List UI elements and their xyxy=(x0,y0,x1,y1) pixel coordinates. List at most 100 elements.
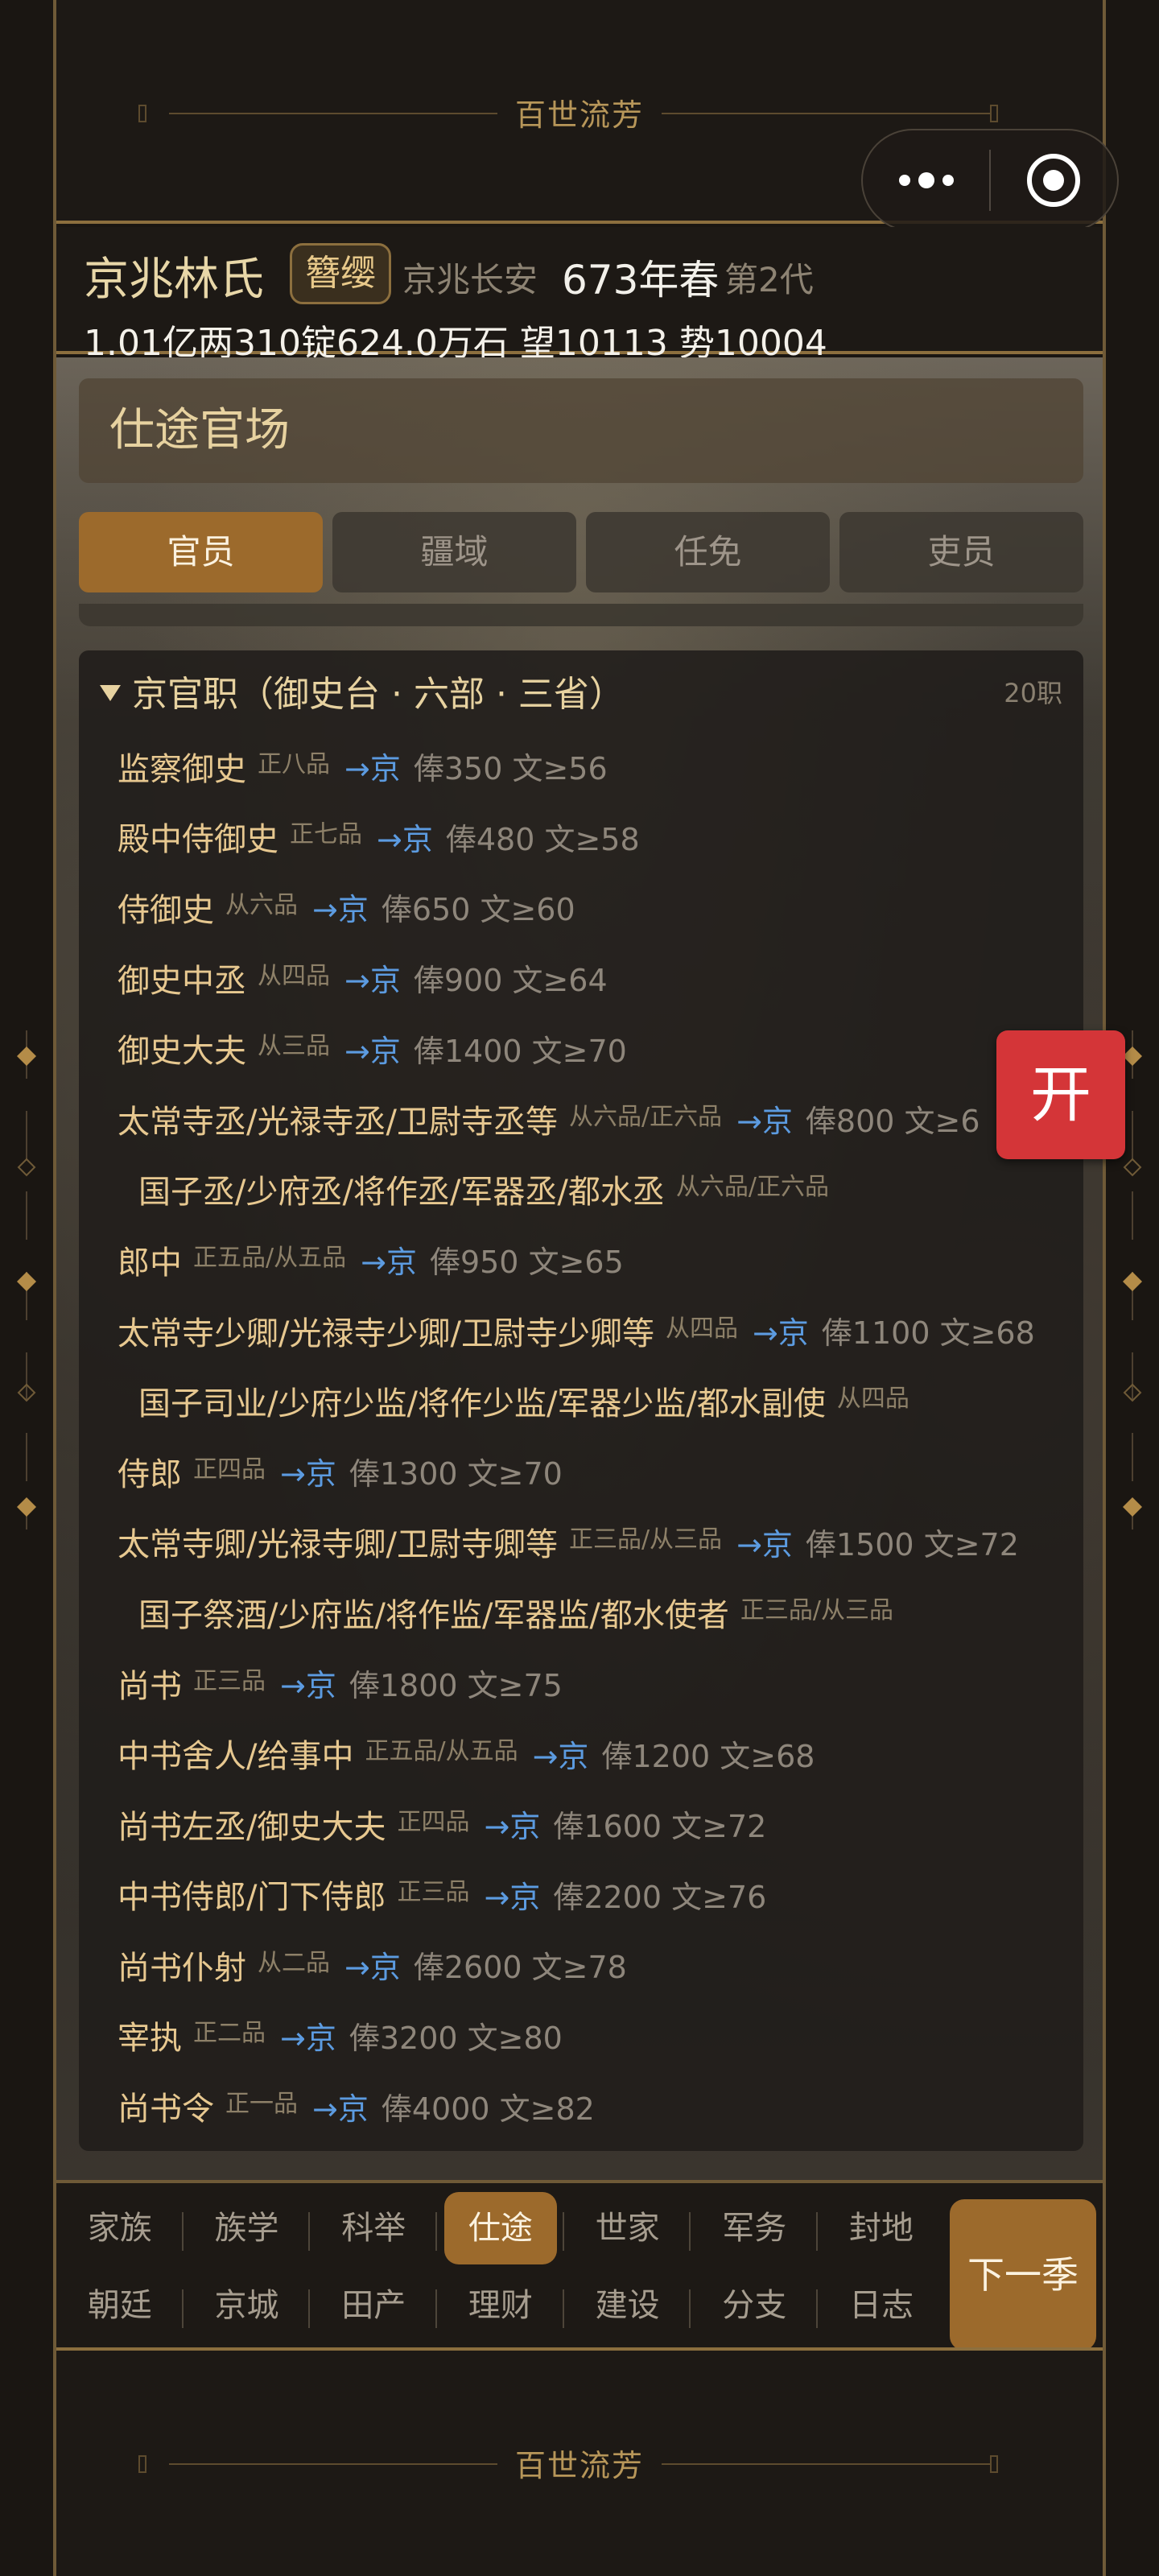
office-list-panel[interactable]: 京官职（御史台 · 六部 · 三省） 20职 监察御史 正八品 →京 俸350 文≥5… xyxy=(79,650,1083,2151)
nav-item-label: 科举 xyxy=(341,2210,406,2247)
capital-arrow: →京 xyxy=(280,1456,336,1492)
office-row[interactable]: 太常寺少卿/光禄寺少卿/卫尉寺少卿等 从四品 →京 俸1100 文≥68 xyxy=(79,1295,1077,1366)
nav-item-label: 仕途 xyxy=(443,2192,557,2264)
office-rank: 从四品 xyxy=(258,961,330,990)
nav-item-label: 分支 xyxy=(722,2287,787,2324)
clan-name: 京兆林氏 xyxy=(84,254,264,306)
nav-item-label: 军务 xyxy=(722,2210,787,2247)
open-button[interactable]: 开 xyxy=(996,1030,1125,1159)
more-dots-icon[interactable] xyxy=(863,172,989,188)
nav-item[interactable]: 理财 xyxy=(437,2267,564,2344)
office-salary-requirement: 俸350 文≥56 xyxy=(413,751,608,787)
office-rank: 正三品/从三品 xyxy=(568,1525,723,1554)
capital-arrow: →京 xyxy=(344,1950,401,1986)
office-row[interactable]: 御史中丞 从四品 →京 俸900 文≥64 xyxy=(79,943,1077,1013)
office-salary-requirement: 俸900 文≥64 xyxy=(413,963,608,999)
nav-item-label: 封地 xyxy=(848,2210,914,2247)
office-title: 国子祭酒/少府监/将作监/军器监/都水使者 xyxy=(138,1596,729,1634)
nav-item[interactable]: 田产 xyxy=(310,2267,437,2344)
office-row[interactable]: 侍御史 从六品 →京 俸650 文≥60 xyxy=(79,872,1077,943)
office-rank: 从四品 xyxy=(836,1385,909,1414)
office-row[interactable]: 中书侍郎/门下侍郎 正三品 →京 俸2200 文≥76 xyxy=(79,1860,1077,1930)
office-row[interactable]: 中书舍人/给事中 正五品/从五品 →京 俸1200 文≥68 xyxy=(79,1718,1077,1789)
tab-bar: 官员 疆域 任免 吏员 xyxy=(79,512,1083,592)
section-header[interactable]: 京官职（御史台 · 六部 · 三省） xyxy=(100,665,625,716)
capital-arrow: →京 xyxy=(344,963,401,999)
nav-item[interactable]: 仕途 xyxy=(437,2190,564,2267)
nav-item[interactable]: 朝廷 xyxy=(56,2267,184,2344)
office-title: 御史大夫 xyxy=(118,1033,246,1071)
clan-year: 673年春 xyxy=(562,257,720,303)
nav-item[interactable]: 京城 xyxy=(184,2267,311,2344)
nav-item[interactable]: 封地 xyxy=(818,2190,945,2267)
tab-3[interactable]: 吏员 xyxy=(839,512,1083,592)
collapse-triangle-icon xyxy=(100,685,121,701)
office-salary-requirement: 俸1200 文≥68 xyxy=(601,1738,815,1774)
office-title: 太常寺卿/光禄寺卿/卫尉寺卿等 xyxy=(118,1526,558,1564)
nav-item[interactable]: 分支 xyxy=(691,2267,818,2344)
tab-1[interactable]: 疆域 xyxy=(332,512,576,592)
target-circle-icon[interactable] xyxy=(991,154,1117,207)
tab-0[interactable]: 官员 xyxy=(79,512,323,592)
nav-item[interactable]: 世家 xyxy=(564,2190,691,2267)
main-content: 仕途官场 官员 疆域 任免 吏员 京官职（御史台 · 六部 · 三省） 20职 监察御… xyxy=(56,357,1103,2180)
tab-2[interactable]: 任免 xyxy=(586,512,830,592)
office-row[interactable]: 太常寺丞/光禄寺丞/卫尉寺丞等 从六品/正六品 →京 俸800 文≥6 xyxy=(79,1084,1077,1154)
office-title: 尚书左丞/御史大夫 xyxy=(118,1808,386,1846)
office-row[interactable]: 尚书 正三品 →京 俸1800 文≥75 xyxy=(79,1648,1077,1719)
office-row[interactable]: 御史大夫 从三品 →京 俸1400 文≥70 xyxy=(79,1013,1077,1084)
office-salary-requirement: 俸1800 文≥75 xyxy=(349,1668,563,1704)
nav-item[interactable]: 日志 xyxy=(818,2267,945,2344)
office-row[interactable]: 太常寺卿/光禄寺卿/卫尉寺卿等 正三品/从三品 →京 俸1500 文≥72 xyxy=(79,1507,1077,1578)
office-title: 侍郎 xyxy=(118,1455,182,1493)
nav-item[interactable]: 建设 xyxy=(564,2267,691,2344)
office-row[interactable]: 殿中侍御史 正七品 →京 俸480 文≥58 xyxy=(79,802,1077,873)
office-salary-requirement: 俸3200 文≥80 xyxy=(349,2020,563,2056)
capital-arrow: →京 xyxy=(344,1033,401,1069)
office-row[interactable]: 监察御史 正八品 →京 俸350 文≥56 xyxy=(79,731,1077,802)
office-salary-requirement: 俸800 文≥6 xyxy=(805,1104,980,1140)
office-title: 尚书令 xyxy=(118,2091,214,2128)
capital-arrow: →京 xyxy=(280,1668,336,1704)
nav-item-label: 家族 xyxy=(87,2210,152,2247)
office-row[interactable]: 尚书令 正一品 →京 俸4000 文≥82 xyxy=(79,2070,1077,2141)
nav-row-2: 朝廷 京城 田产 理财 建设 分支 日志 xyxy=(56,2267,945,2344)
capital-arrow: →京 xyxy=(377,821,433,857)
office-row[interactable]: 国子司业/少府少监/将作少监/军器少监/都水副使 从四品 xyxy=(79,1365,1077,1436)
office-title: 中书侍郎/门下侍郎 xyxy=(118,1879,386,1917)
office-row[interactable]: 尚书仆射 从二品 →京 俸2600 文≥78 xyxy=(79,1930,1077,2000)
nav-item[interactable]: 军务 xyxy=(691,2190,818,2267)
nav-item[interactable]: 家族 xyxy=(56,2190,184,2267)
office-title: 尚书仆射 xyxy=(118,1949,246,1987)
office-row[interactable]: 郎中 正五品/从五品 →京 俸950 文≥65 xyxy=(79,1224,1077,1295)
office-title: 郎中 xyxy=(118,1244,182,1282)
office-rank: 正五品/从五品 xyxy=(193,1243,347,1272)
capital-arrow: →京 xyxy=(736,1526,793,1563)
nav-row-1: 家族 族学 科举 仕途 世家 军务 封地 xyxy=(56,2190,945,2267)
office-title: 国子丞/少府丞/将作丞/军器丞/都水丞 xyxy=(138,1174,665,1212)
nav-item[interactable]: 科举 xyxy=(310,2190,437,2267)
capital-arrow: →京 xyxy=(532,1738,589,1774)
office-row[interactable]: 侍郎 正四品 →京 俸1300 文≥70 xyxy=(79,1436,1077,1507)
office-row[interactable]: 尚书左丞/御史大夫 正四品 →京 俸1600 文≥72 xyxy=(79,1789,1077,1860)
office-title: 御史中丞 xyxy=(118,962,246,1000)
office-title: 侍御史 xyxy=(118,891,214,929)
capital-arrow: →京 xyxy=(484,1809,541,1845)
office-rank: 从六品/正六品 xyxy=(568,1102,723,1131)
office-row[interactable]: 国子祭酒/少府监/将作监/军器监/都水使者 正三品/从三品 xyxy=(79,1577,1077,1648)
office-rank: 正三品/从三品 xyxy=(740,1596,894,1624)
nav-item-label: 朝廷 xyxy=(87,2287,152,2324)
section-count: 20职 xyxy=(1004,678,1062,708)
office-rank: 从四品 xyxy=(665,1314,738,1343)
office-rank: 正三品 xyxy=(397,1878,470,1907)
office-rank: 从六品/正六品 xyxy=(675,1173,830,1202)
office-title: 监察御史 xyxy=(118,750,246,788)
office-row[interactable]: 国子丞/少府丞/将作丞/军器丞/都水丞 从六品/正六品 xyxy=(79,1154,1077,1225)
next-season-button[interactable]: 下一季 xyxy=(950,2199,1096,2351)
office-rank: 正一品 xyxy=(225,2090,298,2119)
nav-item[interactable]: 族学 xyxy=(184,2190,311,2267)
office-rank: 正四品 xyxy=(397,1807,470,1836)
office-salary-requirement: 俸1100 文≥68 xyxy=(821,1315,1035,1352)
office-rank: 正三品 xyxy=(193,1666,266,1695)
office-row[interactable]: 宰执 正二品 →京 俸3200 文≥80 xyxy=(79,2000,1077,2071)
